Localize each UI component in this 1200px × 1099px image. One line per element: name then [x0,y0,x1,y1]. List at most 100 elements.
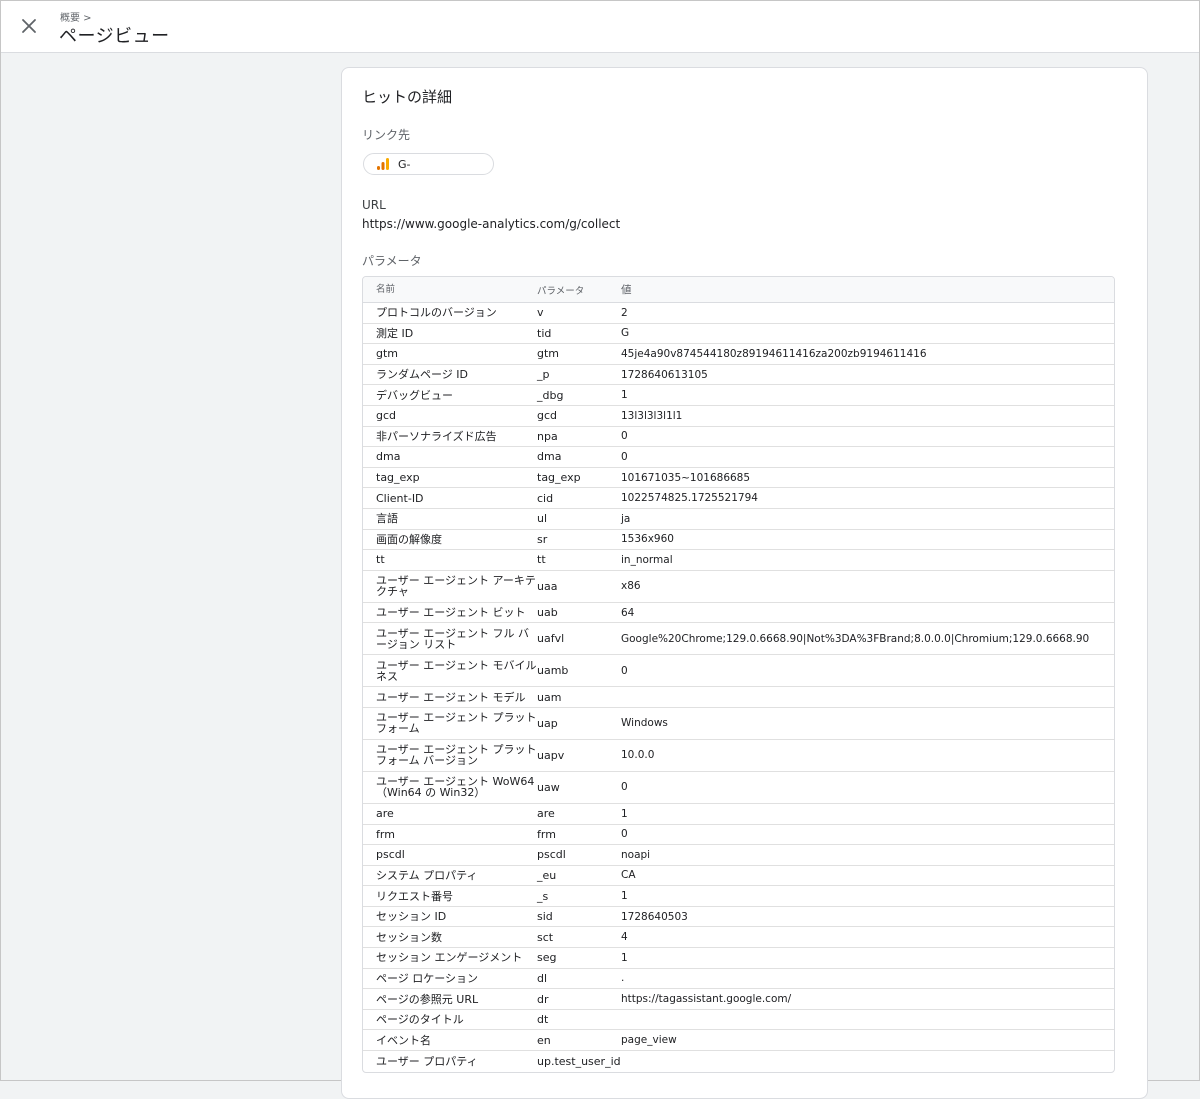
table-row: ページのタイトル dt [363,1010,1114,1031]
row-value: Google%20Chrome;129.0.6668.90|Not%3DA%3F… [621,632,1090,645]
row-parameter: uafvl [537,632,565,646]
table-row: are are 1 [363,804,1114,825]
row-parameter: dl [537,971,548,985]
table-row: セッション数 sct 4 [363,927,1114,949]
chip-label: G- [398,157,411,171]
row-value: 1 [621,890,628,903]
row-value: 0 [621,450,628,463]
row-name: ページ ロケーション [376,971,479,985]
table-row: プロトコルのバージョン v 2 [363,303,1114,324]
row-name: ユーザー エージェント アーキテクチャ [376,574,536,599]
row-name: セッション ID [376,910,447,924]
row-parameter: gcd [537,409,558,423]
row-name: ページのタイトル [376,1013,464,1027]
table-row: 言語 ul ja [363,509,1114,530]
row-parameter: uaa [537,579,558,593]
row-parameter: tt [537,553,546,567]
row-parameter: are [537,807,555,821]
row-parameter: uap [537,716,558,730]
row-value: G [621,327,630,340]
table-row: セッション エンゲージメント seg 1 [363,948,1114,969]
row-value: 13l3l3l3l1l1 [621,409,683,422]
row-name: ランダムページ ID [376,368,468,382]
table-header: 名前 パラメータ 値 [363,277,1114,303]
row-value: 1022574825.1725521794 [621,492,758,505]
row-value: in_normal [621,553,673,566]
row-parameter: ul [537,512,548,526]
row-parameter: sid [537,910,553,924]
row-parameter: _eu [537,868,557,882]
row-value: https://tagassistant.google.com/ [621,993,792,1006]
table-body: プロトコルのバージョン v 2 測定 ID tid Ggtm gtm 45je4a90v874… [363,303,1114,1072]
row-name: ユーザー エージェント プラットフォーム [376,711,537,736]
row-parameter: up.test_user_id [537,1054,621,1068]
row-name: ページの参照元 URL [376,992,479,1006]
row-name: ユーザー プロパティ [376,1054,478,1068]
row-name: ユーザー エージェント WoW64（Win64 の Win32） [376,775,535,800]
row-parameter: sr [537,532,548,546]
row-value: 1 [621,389,628,402]
row-value: . [621,972,625,985]
row-parameter: dma [537,450,562,464]
url-label: URL [362,198,386,212]
table-row: frm frm 0 [363,825,1114,846]
row-parameter: dr [537,992,549,1006]
row-name: 画面の解像度 [376,532,442,546]
row-parameter: pscdl [537,848,566,862]
row-value: 45je4a90v874544180z89194611416za200zb919… [621,347,927,360]
row-name: tag_exp [376,471,420,485]
table-row: ユーザー エージェント プラットフォーム uap Windows [363,708,1114,740]
row-value: 0 [621,828,628,841]
table-row: リクエスト番号 _s 1 [363,886,1114,907]
row-name: デバッグビュー [376,388,453,402]
row-value: 1 [621,807,628,820]
row-name: ユーザー エージェント モデル [376,690,526,704]
table-row: pscdl pscdl noapi [363,845,1114,866]
row-parameter: cid [537,491,554,505]
destination-chip[interactable]: G- [363,153,494,175]
parameters-label: パラメータ [362,254,422,268]
row-value: 4 [621,931,628,944]
row-parameter: uab [537,606,558,620]
link-destination-label: リンク先 [362,128,411,142]
table-row: ユーザー エージェント モバイルネス uamb 0 [363,655,1114,688]
row-name: pscdl [376,848,405,862]
table-row: ユーザー エージェント プラットフォーム バージョン uapv 10.0.0 [363,740,1114,772]
row-value: 0 [621,664,628,677]
top-bar: 概要 > ページビュー [1,1,1199,53]
row-parameter: npa [537,429,558,443]
row-parameter: sct [537,930,554,944]
table-row: ユーザー プロパティ up.test_user_id [363,1051,1114,1072]
row-name: プロトコルのバージョン [376,306,497,320]
row-value: noapi [621,848,651,861]
row-name: tt [376,553,385,567]
row-name: Client-ID [376,491,424,505]
row-name: frm [376,827,395,841]
row-parameter: dt [537,1013,549,1027]
row-name: システム プロパティ [376,868,478,882]
header-name: 名前 [376,284,396,295]
row-name: ユーザー エージェント フル バージョン リスト [376,626,530,651]
row-parameter: uapv [537,748,565,762]
table-row: デバッグビュー _dbg 1 [363,385,1114,406]
header-parameter: パラメータ [537,285,585,297]
table-row: 測定 ID tid G [363,324,1114,345]
header-value: 値 [621,284,632,296]
row-parameter: _p [537,368,550,382]
url-value: https://www.google-analytics.com/g/colle… [362,217,621,231]
row-name: 測定 ID [376,326,414,340]
table-row: ユーザー エージェント アーキテクチャ uaa x86 [363,571,1114,603]
table-row: gtm gtm 45je4a90v874544180z89194611416za20… [363,344,1114,365]
row-value: 1 [621,951,628,964]
row-name: ユーザー エージェント モバイルネス [376,658,537,683]
table-row: 画面の解像度 sr 1536x960 [363,530,1114,551]
hit-details-card: ヒットの詳細 リンク先 G- URL https://www.google-an… [341,67,1148,1099]
table-row: Client-ID cid 1022574825.1725521794 [363,488,1114,509]
row-value: 0 [621,430,628,443]
row-value: 2 [621,306,628,319]
row-parameter: tid [537,326,552,340]
table-row: ユーザー エージェント WoW64（Win64 の Win32） uaw 0 [363,772,1114,804]
close-icon[interactable] [18,15,40,37]
row-value: CA [621,869,636,882]
table-row: tag_exp tag_exp 101671035~101686685 [363,468,1114,489]
